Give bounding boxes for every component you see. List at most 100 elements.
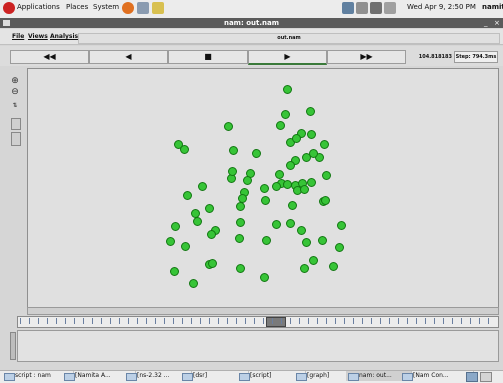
network-node[interactable] [236,202,245,211]
window-titlebar[interactable]: nam: out.nam _ × [0,18,503,28]
network-node[interactable] [262,236,271,245]
distro-logo-icon[interactable] [3,2,15,14]
network-node[interactable] [281,110,290,119]
pan-icon[interactable]: ⇅ [9,100,21,112]
timeline-tick [227,318,228,324]
network-node[interactable] [166,237,175,246]
timeline-tick [308,318,309,324]
battery-icon[interactable] [384,2,396,14]
rewind-button[interactable]: ◀◀ [10,50,89,64]
network-node[interactable] [337,221,346,230]
fast-forward-button[interactable]: ▶▶ [327,50,406,64]
network-node[interactable] [260,273,269,282]
network-node[interactable] [322,171,331,180]
timeline-tick [47,318,48,324]
network-node[interactable] [292,134,301,143]
network-node[interactable] [335,243,344,252]
analysis-menu[interactable]: Analysis [50,33,78,40]
timeline-slider[interactable] [17,316,499,328]
taskbar-item[interactable]: [Nam Con... [400,371,474,381]
network-node[interactable] [261,196,270,205]
folder-icon [296,373,307,381]
network-node[interactable] [198,182,207,191]
horizontal-scrollbar[interactable] [27,307,499,315]
timeline-tick [470,318,471,324]
user-name[interactable]: namit [482,3,503,11]
network-node[interactable] [180,145,189,154]
network-node[interactable] [306,107,315,116]
system-menu[interactable]: System [93,3,119,11]
network-node[interactable] [300,264,309,273]
network-node[interactable] [286,161,295,170]
timeline-tick [317,318,318,324]
editor-icon[interactable] [152,2,164,14]
network-node[interactable] [236,264,245,273]
network-node[interactable] [207,230,216,239]
network-node[interactable] [229,146,238,155]
network-node[interactable] [181,242,190,251]
network-node[interactable] [193,217,202,226]
network-node[interactable] [170,267,179,276]
taskbar-item-label: [dsr] [193,372,208,379]
signal-icon[interactable] [370,2,382,14]
network-node[interactable] [260,184,269,193]
firefox-icon[interactable] [122,2,134,14]
network-icon[interactable] [342,2,354,14]
network-node[interactable] [272,182,281,191]
network-node[interactable] [205,204,214,213]
file-menu[interactable]: File [12,33,24,40]
network-node[interactable] [286,219,295,228]
clock[interactable]: Wed Apr 9, 2:50 PM [407,3,476,11]
network-node[interactable] [236,218,245,227]
network-node[interactable] [224,122,233,131]
network-node[interactable] [208,259,217,268]
network-node[interactable] [307,130,316,139]
step-back-button[interactable]: ◀ [89,50,168,64]
network-node[interactable] [183,191,192,200]
network-node[interactable] [252,149,261,158]
volume-icon[interactable] [356,2,368,14]
network-node[interactable] [275,170,284,179]
window-title: nam: out.nam [223,19,280,27]
network-node[interactable] [283,85,292,94]
timeline-tick [101,318,102,324]
network-node[interactable] [300,185,309,194]
network-node[interactable] [235,234,244,243]
stop-button[interactable]: ■ [168,50,248,64]
close-icon[interactable]: × [494,19,500,27]
network-node[interactable] [302,238,311,247]
play-button[interactable]: ▶ [248,50,327,65]
views-menu[interactable]: Views [28,33,48,40]
panel-resize-handle[interactable] [10,332,16,360]
folder-icon [182,373,193,381]
network-node[interactable] [297,226,306,235]
step-display[interactable]: Step: 794.3ms [454,51,498,63]
network-node[interactable] [329,262,338,271]
network-node[interactable] [272,220,281,229]
network-node[interactable] [307,178,316,187]
zoom-out-icon[interactable]: ⊖ [9,86,21,98]
mail-icon[interactable] [137,2,149,14]
timeline-thumb[interactable] [266,317,286,327]
network-node[interactable] [309,149,318,158]
network-node[interactable] [276,121,285,130]
timeline-tick [443,318,444,324]
workspace-2-icon[interactable] [480,372,492,382]
network-node[interactable] [320,140,329,149]
network-node[interactable] [309,256,318,265]
network-node[interactable] [243,176,252,185]
timeline-tick [380,318,381,324]
slider-bottom-handle[interactable] [11,132,21,146]
minimize-icon[interactable]: _ [484,19,488,27]
network-node[interactable] [189,279,198,288]
network-node[interactable] [321,196,330,205]
network-node[interactable] [228,167,237,176]
places-menu[interactable]: Places [66,3,88,11]
network-node[interactable] [318,236,327,245]
network-node[interactable] [171,222,180,231]
workspace-1-icon[interactable] [466,372,478,382]
network-node[interactable] [288,201,297,210]
applications-menu[interactable]: Applications [17,3,60,11]
timeline-tick [74,318,75,324]
slider-top-handle[interactable] [11,118,21,130]
